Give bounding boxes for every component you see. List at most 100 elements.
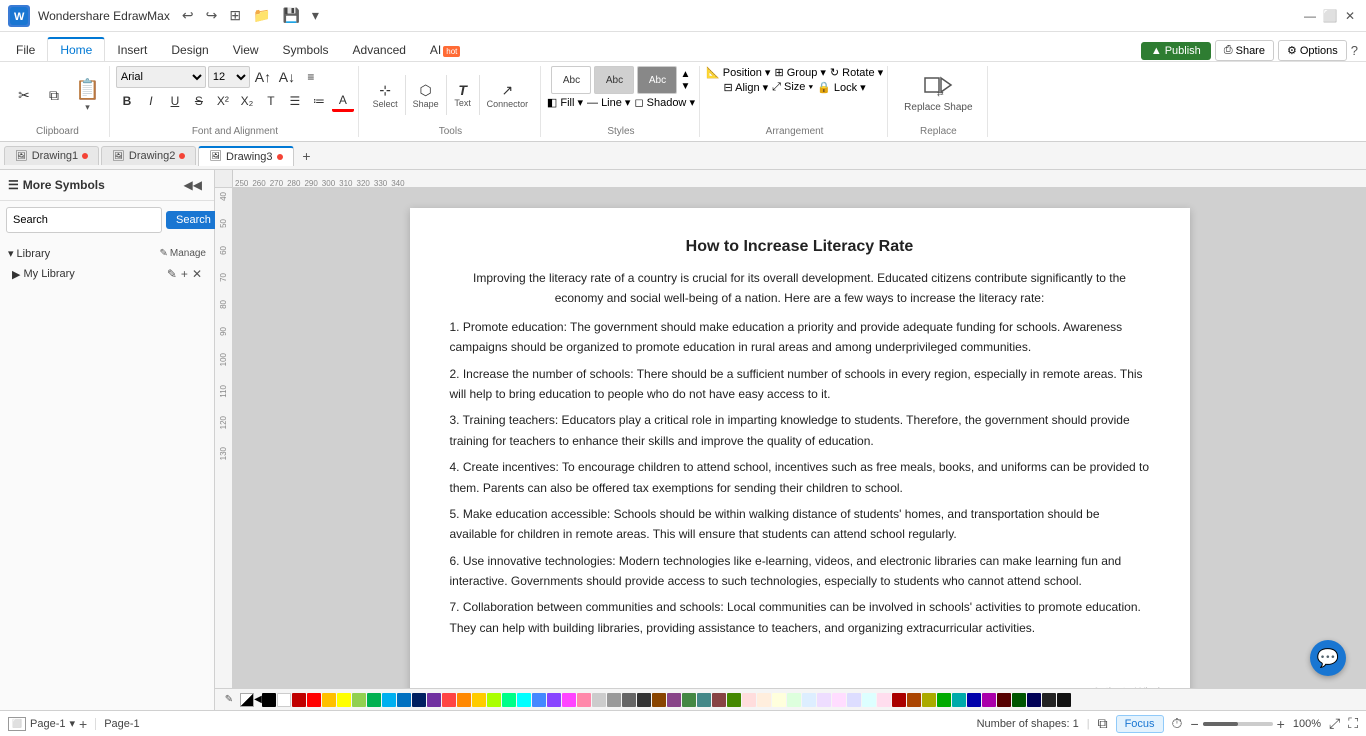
- color-swatch-r3[interactable]: [472, 693, 486, 707]
- shadow-button[interactable]: ◻ Shadow ▾: [634, 96, 695, 109]
- maximize-button[interactable]: ⬜: [1322, 8, 1338, 24]
- superscript-button[interactable]: X²: [212, 90, 234, 112]
- bullet-button[interactable]: ≔: [308, 90, 330, 112]
- help-button[interactable]: ?: [1351, 43, 1358, 58]
- add-page-button[interactable]: +: [79, 716, 87, 732]
- layers-icon[interactable]: ⧉: [1098, 715, 1108, 732]
- color-swatch-r2[interactable]: [457, 693, 471, 707]
- search-input[interactable]: [6, 207, 162, 233]
- doc-tab-drawing1[interactable]: 🖼 Drawing1: [4, 146, 99, 165]
- font-decrease-button[interactable]: A↓: [276, 66, 298, 88]
- no-fill-swatch[interactable]: [240, 693, 254, 707]
- options-button[interactable]: ⚙ Options: [1278, 40, 1347, 61]
- doc-tab-drawing2[interactable]: 🖼 Drawing2: [101, 146, 196, 165]
- line-button[interactable]: ― Line ▾: [587, 96, 630, 109]
- lock-button[interactable]: 🔒 Lock ▾: [817, 81, 866, 94]
- size-button[interactable]: ⤢ Size ▾: [772, 81, 813, 94]
- color-swatch-p9[interactable]: [862, 693, 876, 707]
- canvas-scroll[interactable]: How to Increase Literacy Rate Improving …: [233, 188, 1366, 688]
- italic-button[interactable]: I: [140, 90, 162, 112]
- color-swatch-nearblack[interactable]: [1057, 693, 1071, 707]
- style-up-icon[interactable]: ▲: [680, 69, 690, 80]
- align-button[interactable]: ≡: [300, 66, 322, 88]
- color-swatch-gray1[interactable]: [592, 693, 606, 707]
- search-button[interactable]: Search: [166, 211, 221, 229]
- save-button[interactable]: 💾: [278, 5, 303, 26]
- tab-file[interactable]: File: [4, 39, 47, 61]
- color-swatch-darkgreen[interactable]: [727, 693, 741, 707]
- group-button[interactable]: ⊞ Group ▾: [774, 66, 825, 79]
- color-swatch-d2[interactable]: [907, 693, 921, 707]
- my-library-label[interactable]: ▶ My Library: [12, 268, 75, 281]
- fill-button[interactable]: ◧ Fill ▾: [547, 96, 583, 109]
- chatbot-button[interactable]: 💬: [1310, 640, 1346, 676]
- zoom-slider[interactable]: [1203, 722, 1273, 726]
- color-swatch-p1[interactable]: [742, 693, 756, 707]
- library-label[interactable]: ▾ Library: [8, 247, 50, 260]
- color-swatch-p6[interactable]: [817, 693, 831, 707]
- color-swatch-r1[interactable]: [442, 693, 456, 707]
- color-swatch-p3[interactable]: [772, 693, 786, 707]
- color-swatch-black[interactable]: [262, 693, 276, 707]
- more-button[interactable]: ▾: [308, 5, 323, 26]
- color-swatch-d10[interactable]: [1027, 693, 1041, 707]
- list-button[interactable]: ☰: [284, 90, 306, 112]
- connector-button[interactable]: ↗ Connector: [482, 79, 534, 112]
- close-button[interactable]: ✕: [1342, 8, 1358, 24]
- color-swatch-r7[interactable]: [532, 693, 546, 707]
- my-library-close-button[interactable]: ✕: [192, 267, 202, 281]
- text-button[interactable]: T Text: [449, 79, 477, 111]
- fit-page-button[interactable]: ⤢: [1329, 715, 1340, 732]
- replace-shape-button[interactable]: ⇄ Replace Shape: [904, 70, 972, 113]
- cut-button[interactable]: ✂: [10, 84, 38, 107]
- color-swatch-r9[interactable]: [562, 693, 576, 707]
- color-swatch-d7[interactable]: [982, 693, 996, 707]
- color-swatch-rose[interactable]: [712, 693, 726, 707]
- shape-button[interactable]: ⬡ Shape: [408, 79, 444, 112]
- fullscreen-button[interactable]: ⛶: [1348, 715, 1358, 732]
- redo-button[interactable]: ↪: [202, 5, 222, 26]
- color-swatch-p4[interactable]: [787, 693, 801, 707]
- style-swatch-3[interactable]: Abc: [637, 66, 677, 94]
- color-swatch-p8[interactable]: [847, 693, 861, 707]
- color-swatch-brown1[interactable]: [652, 693, 666, 707]
- color-swatch-white[interactable]: [277, 693, 291, 707]
- color-swatch-r10[interactable]: [577, 693, 591, 707]
- page-icon[interactable]: ⬜: [8, 717, 26, 731]
- color-swatch-red[interactable]: [307, 693, 321, 707]
- color-swatch-gray4[interactable]: [637, 693, 651, 707]
- color-swatch-d9[interactable]: [1012, 693, 1026, 707]
- underline-button[interactable]: U: [164, 90, 186, 112]
- color-swatch-yellow[interactable]: [337, 693, 351, 707]
- tab-design[interactable]: Design: [159, 39, 220, 61]
- new-button[interactable]: ⊞: [225, 5, 245, 26]
- color-tool-icon[interactable]: ✎: [219, 693, 239, 707]
- color-swatch-d5[interactable]: [952, 693, 966, 707]
- share-button[interactable]: ⎙ Share: [1215, 40, 1274, 61]
- tab-home[interactable]: Home: [47, 37, 105, 61]
- tab-view[interactable]: View: [221, 39, 271, 61]
- undo-button[interactable]: ↩: [178, 5, 198, 26]
- manage-button[interactable]: ✎ Manage: [159, 248, 206, 259]
- color-swatch-black2[interactable]: [1042, 693, 1056, 707]
- doc-tab-drawing3[interactable]: 🖼 Drawing3: [198, 146, 293, 166]
- strikethrough-button[interactable]: S: [188, 90, 210, 112]
- color-swatch-r5[interactable]: [502, 693, 516, 707]
- color-swatch-lightgreen[interactable]: [352, 693, 366, 707]
- my-library-add-button[interactable]: +: [181, 267, 188, 281]
- color-swatch-d4[interactable]: [937, 693, 951, 707]
- align-h-button[interactable]: ⊟ Align ▾: [723, 81, 768, 94]
- style-swatch-1[interactable]: Abc: [551, 66, 591, 94]
- font-color-button[interactable]: A: [332, 90, 354, 112]
- bold-button[interactable]: B: [116, 90, 138, 112]
- publish-button[interactable]: ▲ Publish: [1141, 42, 1211, 60]
- tab-ai[interactable]: AIhot: [418, 39, 472, 61]
- color-bar-expand[interactable]: ◀: [255, 693, 261, 707]
- color-swatch-d1[interactable]: [892, 693, 906, 707]
- add-tab-button[interactable]: +: [296, 145, 318, 167]
- color-swatch-p10[interactable]: [877, 693, 891, 707]
- color-swatch-olive[interactable]: [682, 693, 696, 707]
- open-button[interactable]: 📁: [249, 5, 274, 26]
- color-swatch-p5[interactable]: [802, 693, 816, 707]
- style-down-icon[interactable]: ▼: [680, 81, 690, 92]
